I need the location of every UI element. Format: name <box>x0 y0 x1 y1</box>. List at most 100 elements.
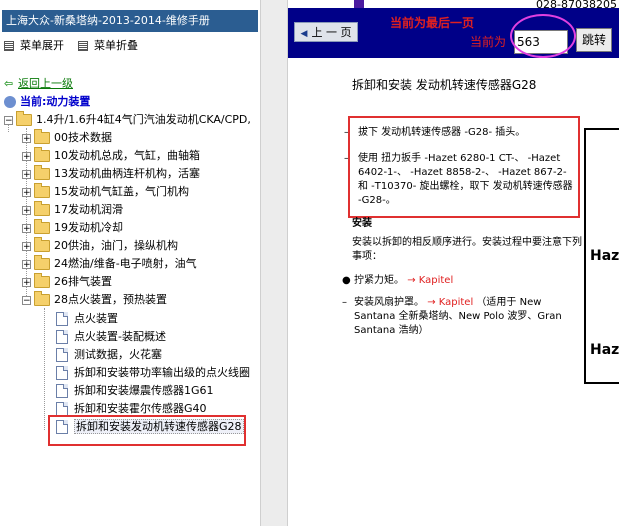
folder-icon <box>34 201 50 216</box>
kapitel-link[interactable]: → Kapitel <box>427 297 473 308</box>
tree-root-label: 1.4升/1.6升4缸4气门汽油发动机CKA/CPD, <box>36 113 251 126</box>
open-folder-icon <box>16 111 32 126</box>
tree-folder-label: 24燃油/维备-电子喷射，油气 <box>54 257 197 270</box>
tree-folder[interactable]: +24燃油/维备-电子喷射，油气 <box>22 255 197 272</box>
install-text: 安装以拆卸的相反顺序进行。安装过程中要注意下列事项： <box>352 237 582 262</box>
go-button[interactable]: 跳转 <box>576 28 612 52</box>
folder-icon <box>34 273 50 288</box>
tree-folder-label: 20供油，油门，操纵机构 <box>54 239 178 252</box>
menu-icon <box>4 41 14 51</box>
bullet-text: 拧紧力矩。 <box>354 275 404 286</box>
tool-label: Haz <box>590 248 619 264</box>
folder-icon <box>34 255 50 270</box>
folder-icon <box>34 129 50 144</box>
tree-folder-label: 28点火装置，预热装置 <box>54 293 167 306</box>
folder-icon <box>34 147 50 162</box>
document-icon <box>56 384 68 398</box>
tree-folder[interactable]: +20供油，油门，操纵机构 <box>22 237 178 254</box>
document-icon <box>56 402 68 416</box>
menu-icon <box>78 41 88 51</box>
expand-toggle-icon[interactable]: + <box>22 169 31 179</box>
prev-page-label: 上 一 页 <box>311 26 352 39</box>
decorative-mark <box>354 0 364 8</box>
expand-menu-button[interactable]: 菜单展开 <box>4 38 64 54</box>
tree-root[interactable]: − 1.4升/1.6升4缸4气门汽油发动机CKA/CPD, <box>4 111 251 128</box>
tool-label: Haz <box>590 342 619 358</box>
back-arrow-icon: ⇦ <box>4 77 14 90</box>
tree-folder-label: 19发动机冷却 <box>54 221 123 234</box>
tree-doc-label: 拆卸和安装霍尔传感器G40 <box>74 402 207 415</box>
folder-icon <box>34 237 50 252</box>
tree-folder-label: 17发动机润滑 <box>54 203 123 216</box>
last-page-note: 当前为最后一页 <box>389 16 474 30</box>
tree-doc-item[interactable]: 拆卸和安装带功率输出级的点火线圈 <box>56 364 250 381</box>
folder-icon <box>34 219 50 234</box>
tree-folder-label: 00技术数据 <box>54 131 112 144</box>
install-heading: 安装 <box>352 218 372 229</box>
kapitel-link[interactable]: → Kapitel <box>407 275 453 286</box>
tree-doc-item[interactable]: 点火装置-装配概述 <box>56 328 166 345</box>
tree-folder[interactable]: +00技术数据 <box>22 129 112 146</box>
tree-doc-label: 拆卸和安装爆震传感器1G61 <box>74 384 214 397</box>
tree-folder[interactable]: +26排气装置 <box>22 273 112 290</box>
tree-folder-open[interactable]: − 28点火装置，预热装置 <box>22 291 167 308</box>
document-icon <box>56 312 68 326</box>
manual-title: 上海大众-新桑塔纳-2013-2014-维修手册 <box>2 10 258 32</box>
tree-doc-item[interactable]: 拆卸和安装爆震传感器1G61 <box>56 382 214 399</box>
tree-doc-label: 点火装置 <box>74 312 118 325</box>
expand-toggle-icon[interactable]: + <box>22 187 31 197</box>
document-icon <box>56 366 68 380</box>
back-link-label: 返回上一级 <box>18 77 73 90</box>
tree-folder[interactable]: +15发动机气缸盖，气门机构 <box>22 183 189 200</box>
expand-toggle-icon[interactable]: + <box>22 151 31 161</box>
tree-doc-item[interactable]: 测试数据，火花塞 <box>56 346 162 363</box>
panel-scrollbar[interactable] <box>260 0 288 526</box>
current-node-label: 当前:动力装置 <box>20 95 91 108</box>
document-icon <box>56 348 68 362</box>
document-title: 拆卸和安装 发动机转速传感器G28 <box>352 78 537 92</box>
tree-doc-label: 点火装置-装配概述 <box>74 330 166 343</box>
collapse-menu-button[interactable]: 菜单折叠 <box>78 38 138 54</box>
page-toolbar: ◀上 一 页 当前为最后一页 当前为 跳转 <box>288 8 619 58</box>
steps-highlight-box <box>348 116 580 218</box>
arrow-left-icon: ◀ <box>300 29 308 39</box>
expand-toggle-icon[interactable]: + <box>22 277 31 287</box>
open-folder-icon <box>34 291 50 306</box>
collapse-toggle-icon[interactable]: − <box>4 115 13 125</box>
expand-toggle-icon[interactable]: + <box>22 259 31 269</box>
annotation-circle <box>510 14 576 58</box>
expand-toggle-icon[interactable]: + <box>22 241 31 251</box>
tree-folder-label: 10发动机总成，气缸，曲轴箱 <box>54 149 200 162</box>
location-pin-icon <box>4 96 16 108</box>
back-link[interactable]: ⇦ 返回上一级 <box>4 76 73 92</box>
expand-toggle-icon[interactable]: + <box>22 133 31 143</box>
document-icon <box>56 330 68 344</box>
current-node: 当前:动力装置 <box>4 94 90 110</box>
folder-icon <box>34 183 50 198</box>
tree-folder-label: 13发动机曲柄连杆机构，活塞 <box>54 167 200 180</box>
tree-doc-label: 拆卸和安装带功率输出级的点火线圈 <box>74 366 250 379</box>
tree-folder-label: 26排气装置 <box>54 275 112 288</box>
folder-icon <box>34 165 50 180</box>
expand-toggle-icon[interactable]: + <box>22 205 31 215</box>
tree-folder[interactable]: +17发动机润滑 <box>22 201 123 218</box>
tree-doc-label: 测试数据，火花塞 <box>74 348 162 361</box>
bullet-text: 安装风扇护罩。 <box>354 297 424 308</box>
tree-folder[interactable]: +19发动机冷却 <box>22 219 123 236</box>
tree-folder[interactable]: +13发动机曲柄连杆机构，活塞 <box>22 165 200 182</box>
collapse-toggle-icon[interactable]: − <box>22 295 31 305</box>
tree-folder[interactable]: +10发动机总成，气缸，曲轴箱 <box>22 147 200 164</box>
prev-page-button[interactable]: ◀ 上 一 页 <box>294 22 358 42</box>
current-page-label: 当前为 <box>470 35 507 49</box>
tree-doc-item[interactable]: 点火装置 <box>56 310 118 327</box>
left-tree-panel: 上海大众-新桑塔纳-2013-2014-维修手册 菜单展开 菜单折叠 ⇦ 返回上一… <box>0 0 260 526</box>
expand-toggle-icon[interactable]: + <box>22 223 31 233</box>
selection-highlight-box <box>48 415 246 446</box>
document-panel: 028-87038205 ◀上 一 页 当前为最后一页 当前为 跳转 拆卸和安装… <box>288 0 619 526</box>
expand-menu-label: 菜单展开 <box>20 39 64 52</box>
bullet-item: – 安装风扇护罩。 → Kapitel （适用于 New Santana 全新桑塔… <box>342 297 562 336</box>
tree-line <box>44 308 45 430</box>
bullet-item: ● 拧紧力矩。 → Kapitel <box>342 275 454 286</box>
collapse-menu-label: 菜单折叠 <box>94 39 138 52</box>
tree-folder-label: 15发动机气缸盖，气门机构 <box>54 185 189 198</box>
